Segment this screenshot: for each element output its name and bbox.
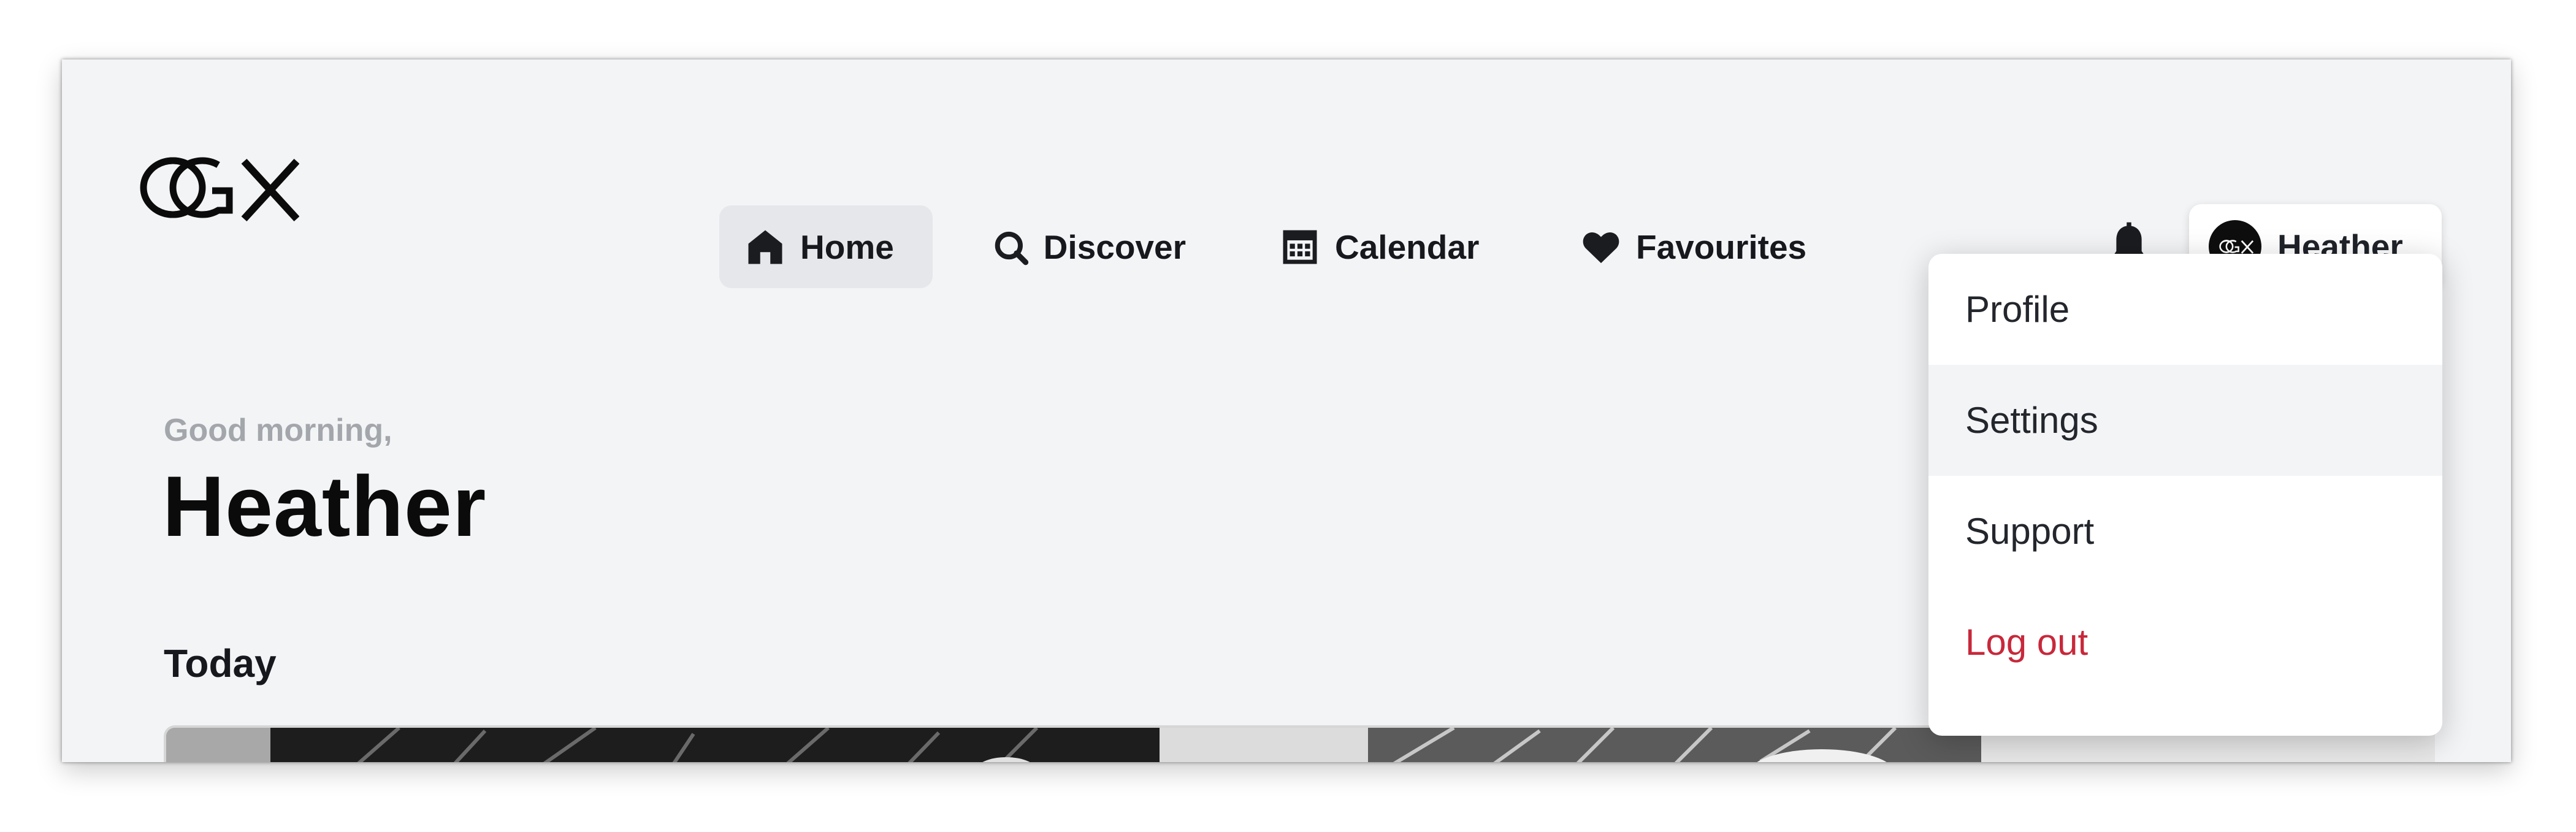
brand-logo[interactable]	[128, 151, 300, 224]
menu-item-label: Support	[1965, 511, 2095, 552]
greeting-text: Good morning,	[164, 413, 392, 448]
nav-favourites[interactable]: Favourites	[1555, 205, 1862, 288]
menu-item-label: Log out	[1965, 622, 2089, 663]
nav-discover[interactable]: Discover	[966, 205, 1212, 288]
page-title: Heather	[162, 458, 487, 554]
menu-item-label: Settings	[1965, 400, 2098, 441]
user-dropdown-menu: Profile Settings Support Log out	[1928, 254, 2442, 736]
menu-item-support[interactable]: Support	[1928, 476, 2442, 587]
menu-item-logout[interactable]: Log out	[1928, 587, 2442, 698]
nav-discover-label: Discover	[1043, 227, 1186, 266]
menu-item-settings[interactable]: Settings	[1928, 365, 2442, 476]
nav-home-label: Home	[800, 227, 894, 266]
ogx-logo-icon	[140, 157, 300, 222]
nav-calendar[interactable]: Calendar	[1254, 205, 1512, 288]
calendar-icon	[1283, 230, 1317, 264]
app-window: Home Discover Calendar Favourites Heathe…	[62, 59, 2511, 762]
nav-calendar-label: Calendar	[1335, 227, 1480, 266]
heart-icon	[1583, 232, 1619, 263]
nav-favourites-label: Favourites	[1636, 227, 1807, 266]
menu-item-profile[interactable]: Profile	[1928, 254, 2442, 365]
menu-item-label: Profile	[1965, 289, 2070, 330]
ogx-logo-icon	[2219, 240, 2253, 254]
home-icon	[748, 230, 782, 264]
section-title-today: Today	[164, 641, 277, 685]
nav-home[interactable]: Home	[719, 205, 933, 288]
search-icon	[995, 231, 1029, 265]
